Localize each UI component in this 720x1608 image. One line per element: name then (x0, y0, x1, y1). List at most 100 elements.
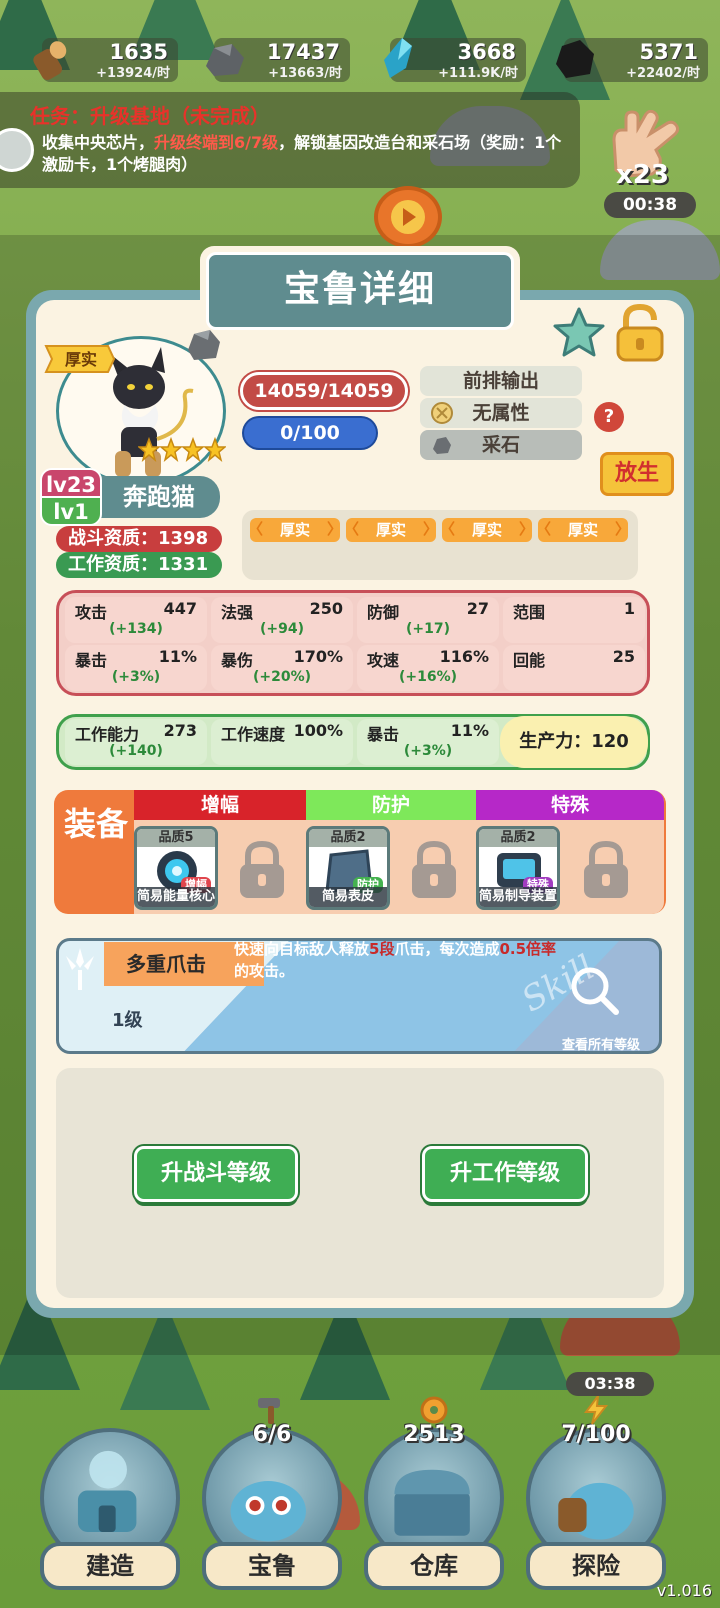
stat-label: 暴伤 (221, 651, 254, 670)
nav-explore[interactable]: 7/100 探险 (520, 1394, 672, 1600)
trait-badge: 厚实 (64, 350, 97, 369)
skill-level: 1级 (112, 1010, 143, 1031)
equip-slot-locked[interactable] (220, 826, 304, 910)
stat-value: 170% (293, 647, 343, 666)
resource-stone[interactable]: 17437 +13663/时 (206, 38, 350, 82)
stat-label: 范围 (513, 603, 546, 622)
stat-label: 工作能力 (75, 725, 140, 744)
stat-label: 法强 (221, 603, 254, 622)
nav-label: 宝鲁 (202, 1542, 342, 1590)
skill-text: 的攻击。 (234, 962, 295, 980)
level-box: lv23 lv1 (40, 468, 102, 526)
unlock-icon[interactable] (612, 304, 668, 362)
favorite-star-icon[interactable] (552, 306, 606, 360)
lock-icon (412, 840, 456, 898)
skill-text: 快速向目标敌人释放 (234, 940, 370, 958)
lock-icon (584, 840, 628, 898)
task-banner[interactable]: 任务：升级基地（未完成） 收集中央芯片，升级终端到6/7级，解锁基因改造台和采石… (0, 92, 580, 188)
upgrade-work-button[interactable]: 升工作等级 (422, 1146, 588, 1202)
skill-description: 快速向目标敌人释放5段爪击，每次造成0.5倍率的攻击。 (234, 938, 564, 982)
stat-label: 暴击 (75, 651, 108, 670)
glove-count: x23 (616, 160, 669, 190)
coal-icon (556, 40, 594, 78)
nav-label: 仓库 (364, 1542, 504, 1590)
role-element-label: 无属性 (472, 402, 530, 424)
resource-rate: +13924/时 (96, 66, 170, 81)
equip-slot-special[interactable]: 品质2 特殊 简易制导装置 (476, 826, 560, 910)
trait-tag[interactable]: 厚实 (536, 517, 630, 542)
task-text: 收集中央芯片， (42, 133, 155, 152)
stat-label: 防御 (367, 603, 400, 622)
productivity: 生产力：120 (500, 716, 648, 768)
battle-level: lv23 (40, 468, 102, 498)
wood-log-icon (33, 41, 67, 80)
trait-list: 厚实 厚实 厚实 厚实 (242, 510, 638, 580)
stat-bonus: (+140) (109, 743, 163, 759)
stat-bonus: (+17) (405, 621, 450, 637)
resource-amount: 3668 (457, 40, 516, 64)
item-name: 简易能量核心 (137, 887, 215, 907)
equip-slot-locked[interactable] (392, 826, 476, 910)
hammer-icon (258, 1398, 280, 1424)
release-button[interactable]: 放生 (600, 452, 674, 496)
role-job: 采石 (420, 430, 582, 460)
resource-rate: +111.9K/时 (438, 66, 518, 81)
trait-tag[interactable]: 厚实 (440, 517, 534, 542)
skill-text: 爪击，每次造成 (394, 940, 500, 958)
crystal-icon (384, 38, 412, 78)
resource-coal[interactable]: 5371 +22402/时 (556, 38, 708, 82)
magnifier-icon[interactable] (564, 960, 624, 1020)
stat-work-speed: 工作速度 100% (211, 719, 353, 765)
play-icon (391, 200, 425, 234)
upgrade-battle-button[interactable]: 升战斗等级 (134, 1146, 298, 1202)
role-position: 前排输出 (420, 366, 582, 396)
star-rating (138, 436, 226, 470)
nav-label: 探险 (526, 1542, 666, 1590)
role-job-label: 采石 (481, 434, 520, 456)
trait-tag[interactable]: 厚实 (344, 517, 438, 542)
stone-icon (188, 330, 220, 360)
stat-value: 27 (466, 599, 489, 618)
nav-build[interactable]: 建造 (34, 1400, 186, 1600)
skill-highlight: 5段 (369, 940, 395, 958)
stone-icon (433, 437, 451, 454)
stat-bonus: (+3%) (111, 669, 161, 685)
resource-crystal[interactable]: 3668 +111.9K/时 (384, 38, 526, 82)
stat-value: 116% (439, 647, 489, 666)
stat-value: 447 (163, 599, 197, 618)
nav-label: 建造 (40, 1542, 180, 1590)
equip-slot-defense[interactable]: 品质2 防护 简易表皮 (306, 826, 390, 910)
stat-value: 250 (309, 599, 343, 618)
play-video-button[interactable] (374, 186, 442, 248)
stat-value: 25 (612, 647, 635, 666)
help-button[interactable]: ? (594, 402, 624, 432)
stat-work-ability: 工作能力 273 (+140) (65, 719, 207, 765)
stat-range: 范围 1 (503, 597, 645, 643)
view-all-levels-link[interactable]: 查看所有等级 (562, 1034, 640, 1053)
equipment-title: 装备 (63, 805, 128, 843)
stat-attack-speed: 攻速 116% (+16%) (357, 645, 499, 691)
resource-wood[interactable]: 1635 +13924/时 (33, 38, 178, 82)
equipment-columns: 增幅 防护 特殊 品质5 增幅 简易能量核心 品质2 防护 简易表皮 品质2 特… (134, 790, 664, 914)
stat-value: 11% (450, 721, 489, 740)
stat-bonus: (+3%) (403, 743, 453, 759)
role-element: 无属性 (420, 398, 582, 428)
glove-timer: 00:38 (604, 192, 696, 218)
nav-warehouse[interactable]: 2513 仓库 (358, 1396, 510, 1600)
stat-attack: 攻击 447 (+134) (65, 597, 207, 643)
equip-slot-locked[interactable] (564, 826, 648, 910)
stat-label: 工作速度 (221, 725, 286, 744)
stat-bonus: (+20%) (252, 669, 312, 685)
equip-slot-amplify[interactable]: 品质5 增幅 简易能量核心 (134, 826, 218, 910)
equip-header-special: 特殊 (476, 790, 664, 820)
energy-bar: 0/100 (244, 418, 376, 448)
nav-pets[interactable]: 6/6 宝鲁 (196, 1398, 348, 1600)
panel-header: 宝鲁详细 (200, 246, 520, 336)
trait-tag[interactable]: 厚实 (248, 517, 342, 542)
work-aptitude: 工作资质：1331 (56, 552, 222, 578)
gear-icon (420, 1396, 448, 1424)
stat-value: 1 (623, 599, 635, 618)
stat-label: 回能 (513, 651, 546, 670)
star-icon (160, 436, 182, 463)
stat-value: 100% (293, 721, 343, 740)
